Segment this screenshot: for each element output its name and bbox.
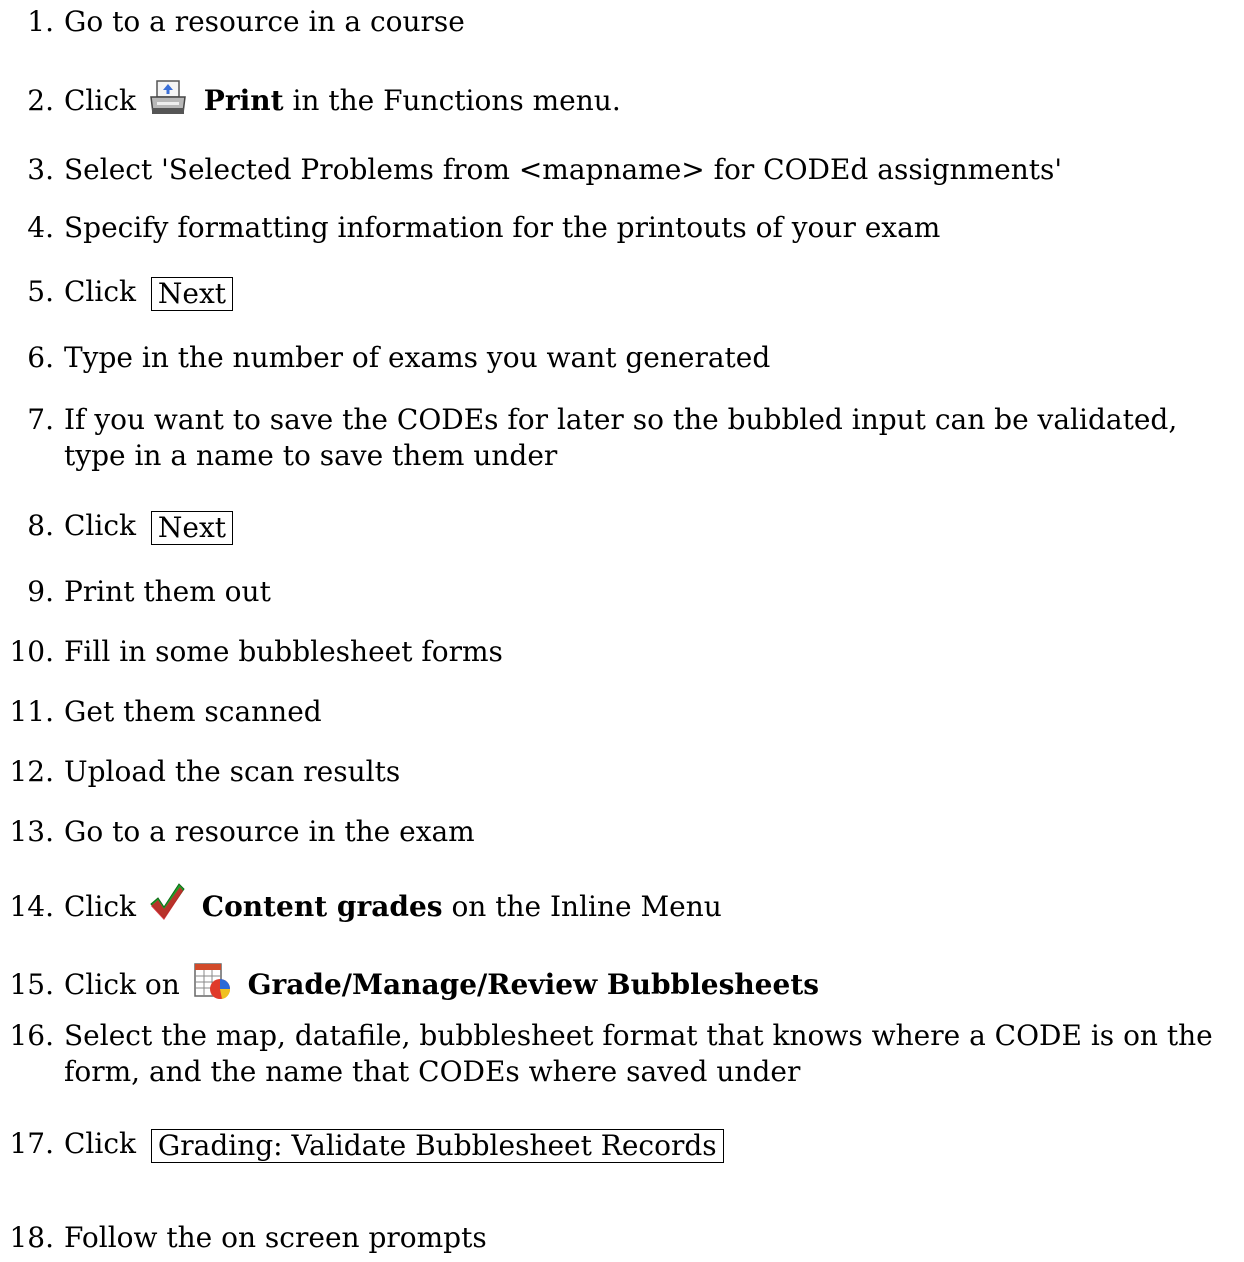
step-text: If you want to save the CODEs for later …: [64, 403, 1178, 472]
list-item: 12. Upload the scan results: [0, 754, 1244, 790]
step-text: Type in the number of exams you want gen…: [64, 341, 771, 374]
step-number: 18.: [9, 1221, 54, 1254]
step-number: 14.: [9, 890, 54, 923]
list-item: 7. If you want to save the CODEs for lat…: [0, 402, 1244, 474]
step-text: Go to a resource in the exam: [64, 815, 475, 848]
list-item: 8. Click Next: [0, 508, 1244, 545]
step-text: Click: [64, 509, 136, 542]
next-button: Next: [150, 277, 234, 311]
next-button: Next: [150, 511, 234, 545]
step-text: Go to a resource in a course: [64, 5, 465, 38]
step-text: Click: [64, 890, 136, 923]
step-text: Select 'Selected Problems from <mapname>…: [64, 153, 1063, 186]
list-item: 3. Select 'Selected Problems from <mapna…: [0, 152, 1244, 188]
step-number: 13.: [9, 815, 54, 848]
step-text: Click: [64, 275, 136, 308]
step-number: 5.: [27, 275, 54, 308]
step-text: Print them out: [64, 575, 271, 608]
list-item: 10. Fill in some bubblesheet forms: [0, 634, 1244, 670]
list-item: 17. Click Grading: Validate Bubblesheet …: [0, 1126, 1244, 1163]
step-text: Click: [64, 1127, 136, 1160]
step-number: 8.: [27, 509, 54, 542]
validate-bubblesheet-button: Grading: Validate Bubblesheet Records: [150, 1129, 724, 1163]
list-item: 15. Click on Grade/Manage/Review Bubbles…: [0, 962, 1244, 1009]
step-number: 11.: [9, 695, 54, 728]
menu-item-grade-bubblesheets: Grade/Manage/Review Bubblesheets: [247, 968, 820, 1001]
step-number: 6.: [27, 341, 54, 374]
list-item: 4. Specify formatting information for th…: [0, 210, 1244, 246]
list-item: 1. Go to a resource in a course: [0, 4, 1244, 40]
list-item: 6. Type in the number of exams you want …: [0, 340, 1244, 376]
step-number: 3.: [27, 153, 54, 186]
step-text: Follow the on screen prompts: [64, 1221, 487, 1254]
checkmark-icon: [149, 882, 185, 931]
printer-icon: [149, 80, 187, 125]
step-text: Fill in some bubblesheet forms: [64, 635, 503, 668]
step-number: 4.: [27, 211, 54, 244]
step-text: Upload the scan results: [64, 755, 401, 788]
step-text: Click: [64, 84, 136, 117]
step-number: 17.: [9, 1127, 54, 1160]
step-text: Specify formatting information for the p…: [64, 211, 941, 244]
menu-item-content-grades: Content grades: [201, 890, 443, 923]
list-item: 5. Click Next: [0, 274, 1244, 311]
step-number: 2.: [27, 84, 54, 117]
step-text: Get them scanned: [64, 695, 322, 728]
step-number: 9.: [27, 575, 54, 608]
step-number: 16.: [9, 1019, 54, 1052]
step-number: 15.: [9, 968, 54, 1001]
list-item: 14. Click Content grades on the Inline M…: [0, 882, 1244, 931]
list-item: 2. Click Print in the Functions menu.: [0, 80, 1244, 125]
step-number: 7.: [27, 403, 54, 436]
menu-item-print: Print: [203, 84, 284, 117]
list-item: 13. Go to a resource in the exam: [0, 814, 1244, 850]
step-text: on the Inline Menu: [451, 890, 722, 923]
list-item: 11. Get them scanned: [0, 694, 1244, 730]
list-item: 18. Follow the on screen prompts: [0, 1220, 1244, 1256]
spreadsheet-chart-icon: [193, 962, 231, 1009]
step-number: 12.: [9, 755, 54, 788]
list-item: 9. Print them out: [0, 574, 1244, 610]
step-number: 10.: [9, 635, 54, 668]
step-text: Select the map, datafile, bubblesheet fo…: [64, 1019, 1213, 1088]
step-text: in the Functions menu.: [292, 84, 621, 117]
step-number: 1.: [27, 5, 54, 38]
list-item: 16. Select the map, datafile, bubbleshee…: [0, 1018, 1244, 1090]
step-text: Click on: [64, 968, 180, 1001]
